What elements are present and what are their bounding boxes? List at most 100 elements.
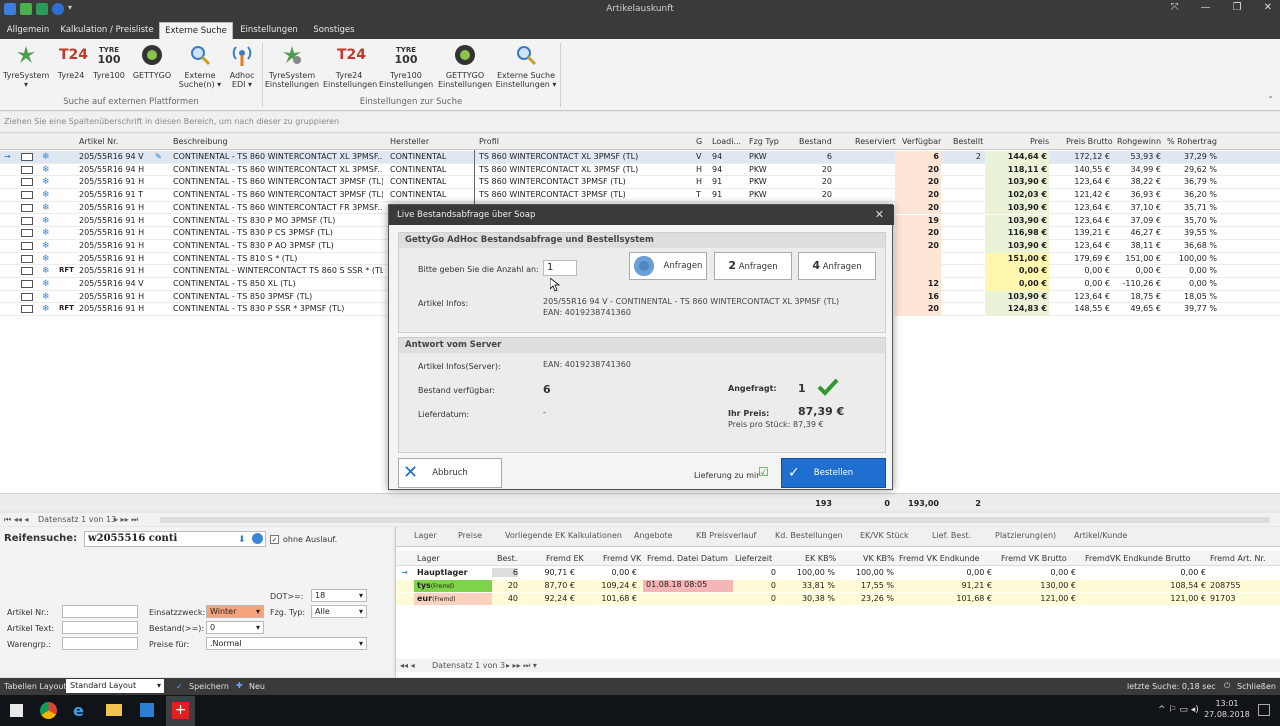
nav-next-last-icon[interactable]: ▸ ▸▸ ⏭ ▾ [506,661,537,671]
externe-suche-settings-button[interactable]: Externe Suche Einstellungen ▾ [495,41,557,89]
col-header[interactable]: Bestand [799,137,832,146]
swiss-flag-icon[interactable]: + [172,702,189,719]
col-header[interactable]: Verfügbar [902,137,941,146]
fzg-select[interactable]: Alle ▾ [311,605,367,618]
row-select-box[interactable] [21,280,33,288]
row-select-box[interactable] [21,216,33,225]
col-header[interactable]: Fremd VK [603,554,641,563]
tab-allgemein[interactable]: Allgemein [3,22,53,39]
tyre100-settings-button[interactable]: TYRE 100 Tyre100 Einstellungen [379,41,433,89]
windows-start-icon[interactable] [10,704,23,717]
einsatz-select[interactable]: Winter ▾ [206,605,264,618]
tyresystem-settings-button[interactable]: TyreSystem Einstellungen [264,41,320,89]
tab-artikel-kunde[interactable]: Artikel/Kunde [1074,531,1127,545]
detail-row[interactable]: tys(Fremd) 20 87,70 € 109,24 € 01.08.18 08:0… [396,579,1280,593]
row-select-box[interactable] [21,178,33,187]
col-header[interactable]: Fremd. Datei Datum [647,554,728,563]
col-header[interactable]: Lieferzeit [735,554,772,563]
nav-first-prev-icon[interactable]: ⏮ ◂◂ ◂ [4,515,28,525]
tab-sonstiges[interactable]: Sonstiges [305,22,363,39]
col-header[interactable]: Best. [497,554,517,563]
lieferung-checkbox[interactable]: ☑ [758,465,773,479]
tab-preise[interactable]: Preise [458,531,482,545]
horizontal-scrollbar[interactable] [160,517,1270,523]
adhoc-edi-button[interactable]: Adhoc EDI ▾ [225,41,259,89]
col-header[interactable]: Reserviert [855,137,896,146]
pin-icon[interactable]: ⬇ [238,535,246,545]
row-select-box[interactable] [21,254,33,263]
externe-suche-button[interactable]: Externe Suche(n) ▾ [178,41,222,89]
row-select-box[interactable] [21,292,33,301]
col-header[interactable]: Fremd EK [546,554,584,563]
row-select-box[interactable] [21,165,33,174]
bestand-select[interactable]: 0 ▾ [206,621,264,634]
folder-icon[interactable] [106,704,122,716]
row-select-box[interactable] [21,191,33,200]
table-row[interactable]: → ❄ 205/55R16 94 V CONTINENTAL - TS 860 WIN… [0,151,1280,164]
collapse-ribbon-icon[interactable]: ⌃ [1267,95,1274,104]
layout-select[interactable]: Standard Layout ▾ [66,679,164,693]
gettygo-settings-button[interactable]: GETTYGO Einstellungen [438,41,492,89]
anfragen-button[interactable]: Anfragen [629,252,707,280]
col-header[interactable]: FremdVK Endkunde Brutto [1085,554,1190,563]
edge-icon[interactable]: e [73,701,84,720]
col-header[interactable]: Fzg Typ [749,137,779,146]
new-layout-button[interactable]: Neu [249,682,265,691]
col-header[interactable]: Preis Brutto [1066,137,1113,146]
col-header[interactable]: Fremd VK Brutto [1001,554,1067,563]
col-header[interactable]: Artikel Nr. [79,137,118,146]
dot-select[interactable]: 18 ▾ [311,589,367,602]
col-header[interactable]: Rohgewinn [1117,137,1161,146]
save-layout-button[interactable]: Speichern [189,682,229,691]
col-header[interactable]: % Rohertrag [1167,137,1217,146]
artikel-nr-input[interactable] [62,605,138,618]
col-header[interactable]: Fremd VK Endkunde [899,554,979,563]
maximize-icon[interactable]: ❐ [1233,2,1242,13]
tab-externe-suche[interactable]: Externe Suche [159,22,233,39]
tyre100-button[interactable]: TYRE 100 Tyre100 [92,41,126,80]
row-select-box[interactable] [21,153,33,161]
tyre24-settings-button[interactable]: T24 Tyre24 Einstellungen [323,41,377,89]
tab-ekvk-stueck[interactable]: EK/VK Stück [860,531,909,545]
globe-icon[interactable] [252,533,263,544]
table-row[interactable]: ❄ 205/55R16 94 H CONTINENTAL - TS 860 WINT… [0,163,1280,177]
nav-first-prev-icon[interactable]: ◂◂ ◂ [400,661,415,670]
tab-kd-bestellungen[interactable]: Kd. Bestellungen [775,531,843,545]
tab-platzierungen[interactable]: Platzierung(en) [995,531,1056,545]
notification-icon[interactable] [1258,704,1270,716]
tab-einstellungen[interactable]: Einstellungen [236,22,302,39]
col-header[interactable]: Bestellt [953,137,983,146]
tray-icons[interactable]: ^ ⚐ ▭ ◂) [1158,705,1199,715]
col-header[interactable]: Loadi... [712,137,741,146]
minimize-icon[interactable]: — [1201,2,1211,13]
resize-icon[interactable]: ⤧ [1171,2,1179,13]
ohne-auslauf-checkbox[interactable]: ✓ [270,535,279,544]
tab-ek-kalkulationen[interactable]: Vorliegende EK Kalkulationen [505,531,622,545]
preise-select[interactable]: .Normal ▾ [206,637,367,650]
close-icon[interactable]: ✕ [875,208,884,221]
col-header[interactable]: Fremd Art. Nr. [1210,554,1266,563]
nav-next-last-icon[interactable]: ▸ ▸▸ ⏭ [114,515,138,525]
row-select-box[interactable] [21,203,33,212]
col-header[interactable]: VK KB% [863,554,895,563]
table-row[interactable]: ❄ 205/55R16 91 T CONTINENTAL - TS 860 WINT… [0,189,1280,202]
detail-row[interactable]: → Hauptlager 6 90,71 € 0,00 € 0 100,00 % 100,00… [396,567,1280,580]
bestellen-button[interactable]: ✓ Bestellen [781,458,886,488]
chrome-icon[interactable] [40,702,57,719]
close-icon[interactable]: ✕ [1264,2,1272,13]
tyresystem-button[interactable]: TyreSystem ▾ [3,41,49,89]
col-header[interactable]: Beschreibung [173,137,228,146]
col-header[interactable]: Preis [1030,137,1049,146]
col-header[interactable]: Hersteller [390,137,429,146]
artikel-text-input[interactable] [62,621,138,634]
col-header[interactable]: Lager [417,554,440,563]
row-select-box[interactable] [21,267,33,276]
tab-kb-preisverlauf[interactable]: KB Preisverlauf [696,531,756,545]
tyre24-button[interactable]: T24 Tyre24 [54,41,88,80]
tab-lager[interactable]: Lager [414,531,437,545]
close-app-button[interactable]: Schließen [1237,682,1276,691]
tab-kalkulation[interactable]: Kalkulation / Preisliste [57,22,157,39]
gettygo-button[interactable]: GETTYGO [131,41,173,80]
abbruch-button[interactable]: ✕ Abbruch [398,458,502,488]
row-select-box[interactable] [21,229,33,238]
